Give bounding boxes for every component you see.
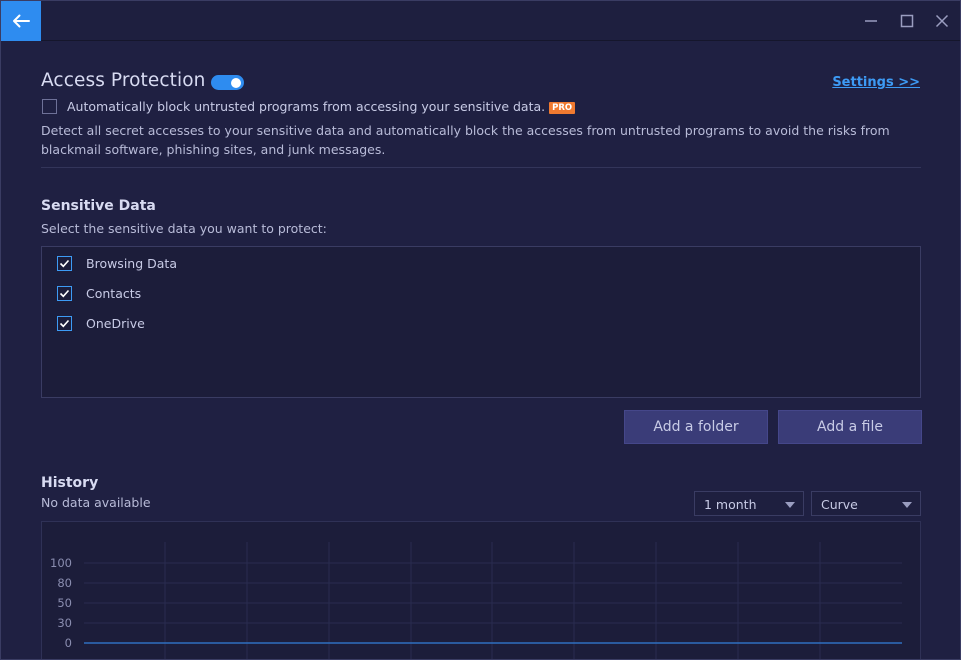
history-chart: 100 80 50 30 0 <box>41 521 921 659</box>
checkmark-icon <box>59 259 70 268</box>
close-icon <box>935 14 949 28</box>
chart-style-select-value: Curve <box>821 497 858 512</box>
history-status: No data available <box>41 495 151 510</box>
page-title: Access Protection <box>41 70 206 91</box>
back-button[interactable] <box>1 1 41 41</box>
onedrive-checkbox[interactable] <box>57 316 72 331</box>
toggle-knob <box>231 77 241 88</box>
add-folder-button[interactable]: Add a folder <box>624 410 768 444</box>
auto-block-label: Automatically block untrusted programs f… <box>67 99 576 114</box>
chart-y-tick-label: 30 <box>57 616 72 630</box>
maximize-icon <box>900 14 914 28</box>
sensitive-data-subtitle: Select the sensitive data you want to pr… <box>41 221 327 236</box>
description-text: Detect all secret accesses to your sensi… <box>41 123 890 157</box>
list-item-onedrive[interactable]: OneDrive <box>57 315 357 333</box>
sensitive-data-list: Browsing Data Contacts OneDrive <box>41 246 921 398</box>
access-protection-toggle[interactable] <box>211 75 244 90</box>
contacts-checkbox[interactable] <box>57 286 72 301</box>
contacts-label: Contacts <box>86 286 142 301</box>
auto-block-text: Automatically block untrusted programs f… <box>67 99 546 114</box>
chevron-down-icon <box>785 502 795 508</box>
add-file-button[interactable]: Add a file <box>778 410 922 444</box>
chart-y-tick-label: 0 <box>65 636 72 650</box>
chart-y-tick-label: 100 <box>50 556 72 570</box>
minimize-button[interactable] <box>859 9 883 33</box>
app-window: Access Protection Settings >> Automatica… <box>0 0 961 660</box>
period-select[interactable]: 1 month <box>694 491 804 516</box>
auto-block-checkbox[interactable] <box>42 99 57 114</box>
section-divider <box>41 167 921 168</box>
list-item-browsing-data[interactable]: Browsing Data <box>57 255 357 273</box>
history-title: History <box>41 475 99 491</box>
chart-y-tick-label: 80 <box>57 576 72 590</box>
chart-style-select[interactable]: Curve <box>811 491 921 516</box>
checkmark-icon <box>59 289 70 298</box>
title-bar <box>1 1 960 41</box>
checkmark-icon <box>59 319 70 328</box>
maximize-button[interactable] <box>895 9 919 33</box>
onedrive-label: OneDrive <box>86 316 145 331</box>
close-button[interactable] <box>930 9 954 33</box>
arrow-left-icon <box>13 14 30 28</box>
main-content: Access Protection Settings >> Automatica… <box>1 42 960 659</box>
list-item-contacts[interactable]: Contacts <box>57 285 357 303</box>
history-chart-svg: 100 80 50 30 0 <box>50 542 902 659</box>
chevron-down-icon <box>902 502 912 508</box>
chart-y-tick-label: 50 <box>57 596 72 610</box>
settings-link[interactable]: Settings >> <box>832 75 920 90</box>
browsing-data-checkbox[interactable] <box>57 256 72 271</box>
minimize-icon <box>865 20 877 22</box>
period-select-value: 1 month <box>704 497 757 512</box>
sensitive-data-title: Sensitive Data <box>41 198 156 214</box>
pro-badge: PRO <box>549 102 576 114</box>
browsing-data-label: Browsing Data <box>86 256 177 271</box>
